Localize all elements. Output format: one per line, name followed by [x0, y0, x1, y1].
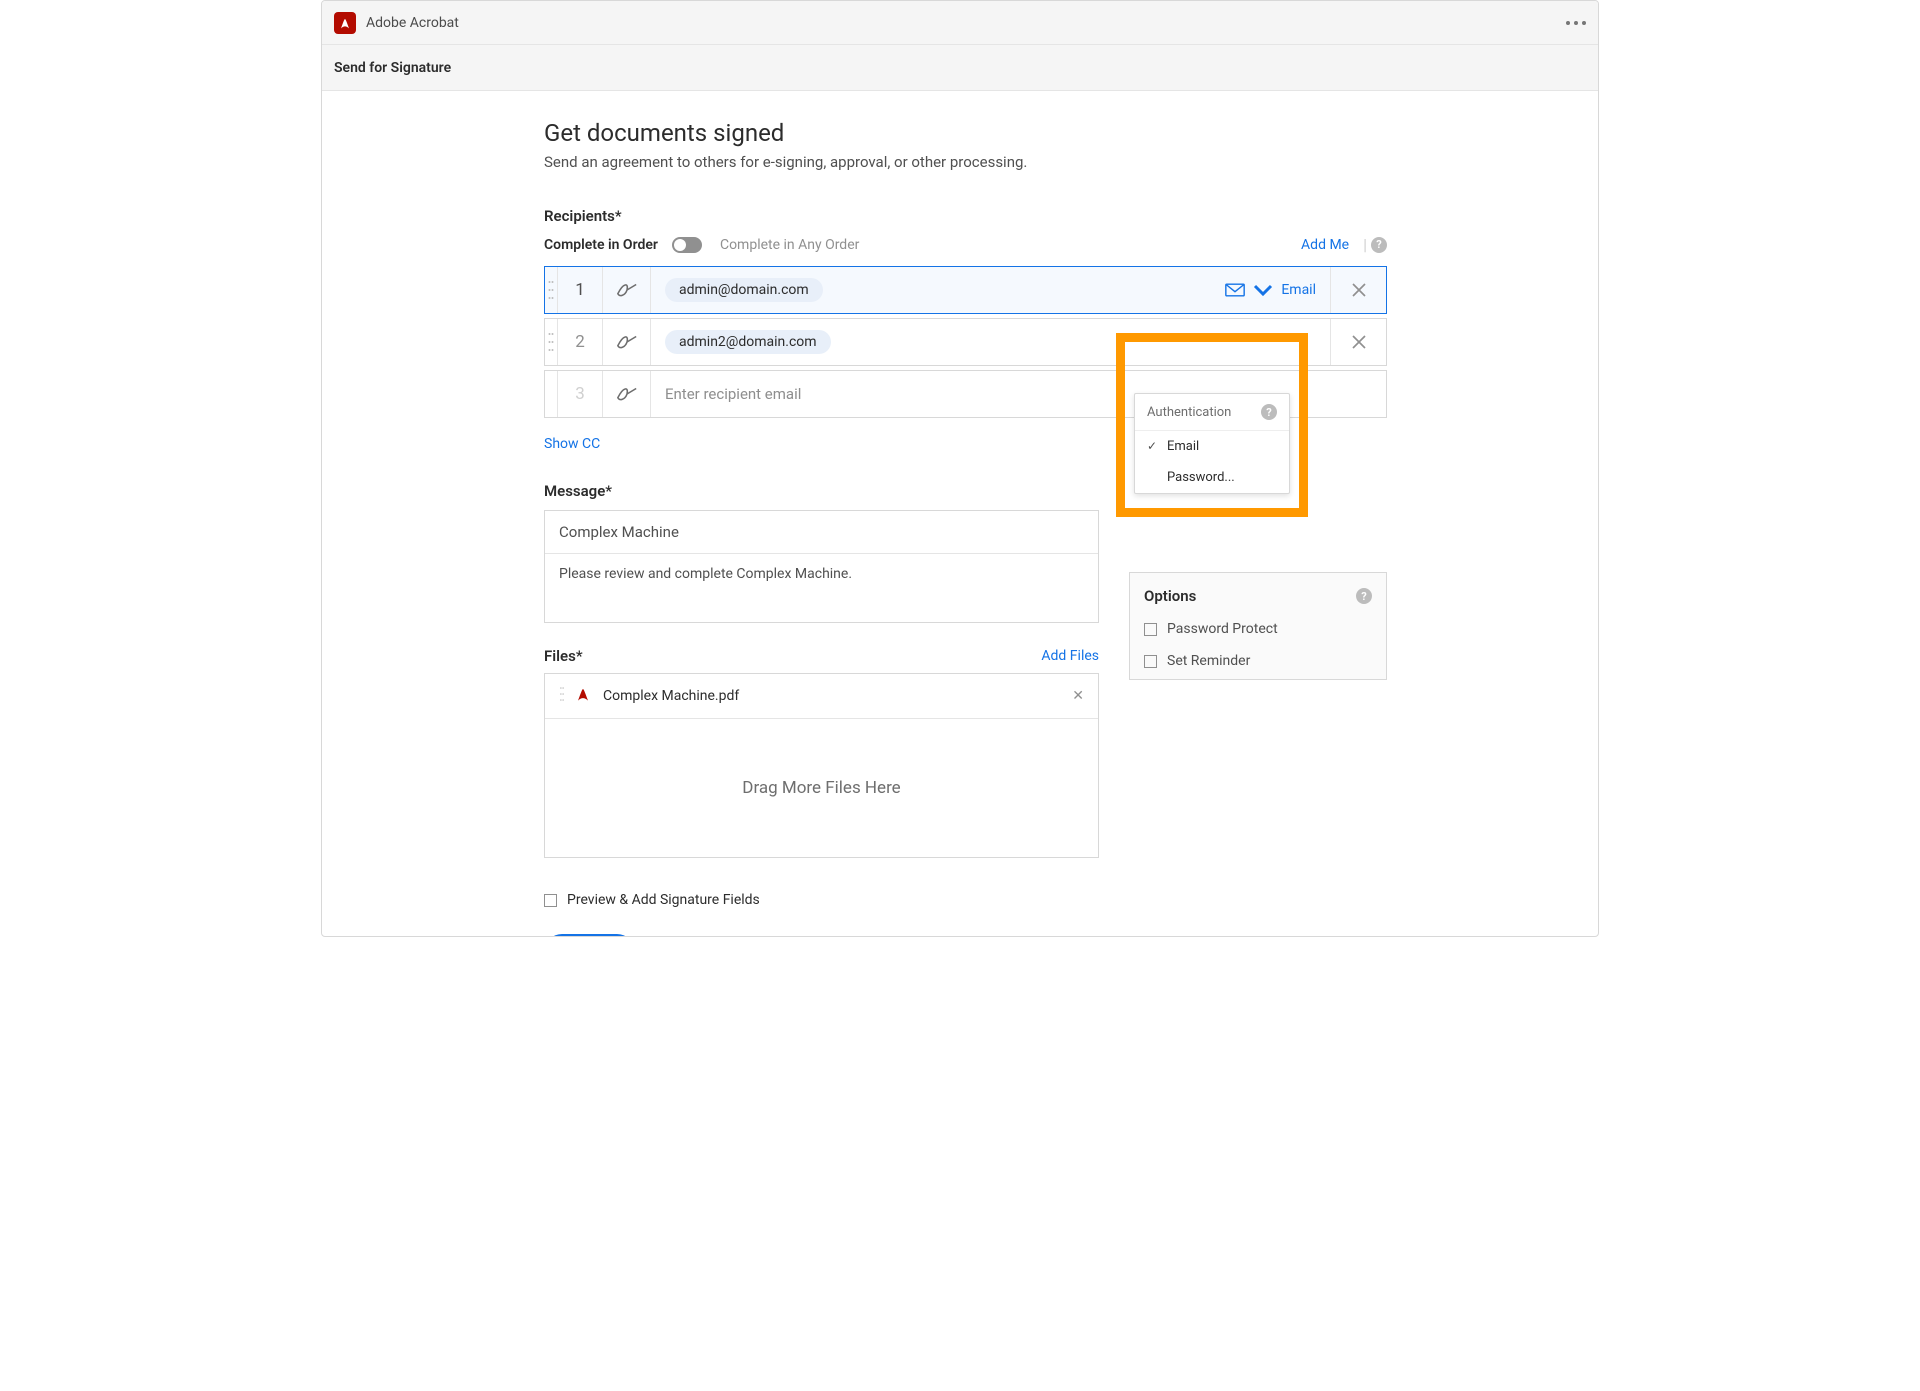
- order-toggle-row: Complete in Order Complete in Any Order …: [544, 235, 1387, 254]
- subheader: Send for Signature: [322, 45, 1598, 91]
- auth-option-password[interactable]: Password...: [1135, 462, 1289, 493]
- remove-recipient-button[interactable]: [1330, 319, 1386, 365]
- authentication-selector[interactable]: Email: [1211, 267, 1330, 313]
- acrobat-app-icon: [334, 12, 356, 34]
- preview-signature-fields-option[interactable]: Preview & Add Signature Fields: [544, 892, 1387, 908]
- files-box: Complex Machine.pdf ✕ Drag More Files He…: [544, 673, 1099, 858]
- close-icon: [1352, 283, 1366, 297]
- help-icon[interactable]: ?: [1371, 237, 1387, 253]
- signer-role-icon[interactable]: [603, 371, 651, 417]
- file-name: Complex Machine.pdf: [603, 688, 1072, 704]
- drag-handle-icon[interactable]: [545, 371, 557, 417]
- remove-file-button[interactable]: ✕: [1072, 688, 1084, 704]
- files-dropzone[interactable]: Drag More Files Here: [545, 719, 1098, 857]
- recipient-order-number: 2: [557, 319, 603, 365]
- message-subject-input[interactable]: Complex Machine: [545, 511, 1098, 554]
- recipient-email-pill[interactable]: admin@domain.com: [665, 278, 823, 302]
- titlebar: Adobe Acrobat: [322, 1, 1598, 45]
- content-area: Get documents signed Send an agreement t…: [322, 91, 1598, 936]
- drag-handle-icon[interactable]: [545, 319, 557, 365]
- drag-handle-icon[interactable]: [545, 267, 557, 313]
- recipient-email-pill[interactable]: admin2@domain.com: [665, 330, 831, 354]
- checkbox-icon: [1144, 623, 1157, 636]
- drag-handle-icon[interactable]: [559, 685, 565, 707]
- authentication-dropdown: Authentication ? Email Password...: [1134, 393, 1290, 494]
- options-heading: Options ?: [1130, 573, 1386, 615]
- show-cc-link[interactable]: Show CC: [544, 436, 600, 452]
- recipient-order-number: 3: [557, 371, 603, 417]
- recipient-order-number: 1: [557, 267, 603, 313]
- authentication-dropdown-heading: Authentication ?: [1135, 394, 1289, 431]
- complete-in-order-label: Complete in Order: [544, 237, 658, 253]
- app-window: Adobe Acrobat Send for Signature Get doc…: [321, 0, 1599, 937]
- remove-recipient-button[interactable]: [1330, 267, 1386, 313]
- recipient-email-input[interactable]: Enter recipient email: [665, 385, 801, 403]
- files-label: Files*: [544, 647, 583, 665]
- recipients-label: Recipients*: [544, 207, 1387, 225]
- app-title: Adobe Acrobat: [366, 15, 1566, 31]
- checkbox-icon: [1144, 655, 1157, 668]
- complete-order-toggle[interactable]: [672, 237, 702, 253]
- pdf-file-icon: [573, 684, 593, 708]
- recipient-row[interactable]: 1 admin@domain.com Email: [544, 266, 1387, 314]
- help-icon[interactable]: ?: [1356, 588, 1372, 604]
- close-icon: [1352, 335, 1366, 349]
- signer-role-icon[interactable]: [603, 319, 651, 365]
- password-protect-option[interactable]: Password Protect: [1130, 615, 1386, 647]
- complete-any-order-label: Complete in Any Order: [720, 237, 1301, 253]
- email-icon: [1225, 283, 1245, 297]
- message-body-input[interactable]: Please review and complete Complex Machi…: [545, 554, 1098, 622]
- subheader-title: Send for Signature: [334, 60, 451, 76]
- recipient-row[interactable]: 2 admin2@domain.com: [544, 318, 1387, 366]
- add-files-link[interactable]: Add Files: [1041, 648, 1099, 664]
- chevron-down-icon: [1253, 283, 1273, 297]
- send-button[interactable]: Send: [544, 934, 635, 936]
- file-row[interactable]: Complex Machine.pdf ✕: [545, 674, 1098, 719]
- page-subtitle: Send an agreement to others for e-signin…: [544, 153, 1387, 171]
- authentication-label: Email: [1281, 282, 1316, 298]
- set-reminder-option[interactable]: Set Reminder: [1130, 647, 1386, 679]
- message-label: Message*: [544, 482, 1099, 500]
- page-title: Get documents signed: [544, 119, 1387, 147]
- auth-option-email[interactable]: Email: [1135, 431, 1289, 462]
- checkbox-icon: [544, 894, 557, 907]
- add-me-link[interactable]: Add Me: [1301, 237, 1349, 253]
- more-actions-button[interactable]: [1566, 21, 1586, 25]
- options-panel: Options ? Password Protect Set Reminder: [1129, 572, 1387, 680]
- message-box: Complex Machine Please review and comple…: [544, 510, 1099, 623]
- help-icon[interactable]: ?: [1261, 404, 1277, 420]
- signer-role-icon[interactable]: [603, 267, 651, 313]
